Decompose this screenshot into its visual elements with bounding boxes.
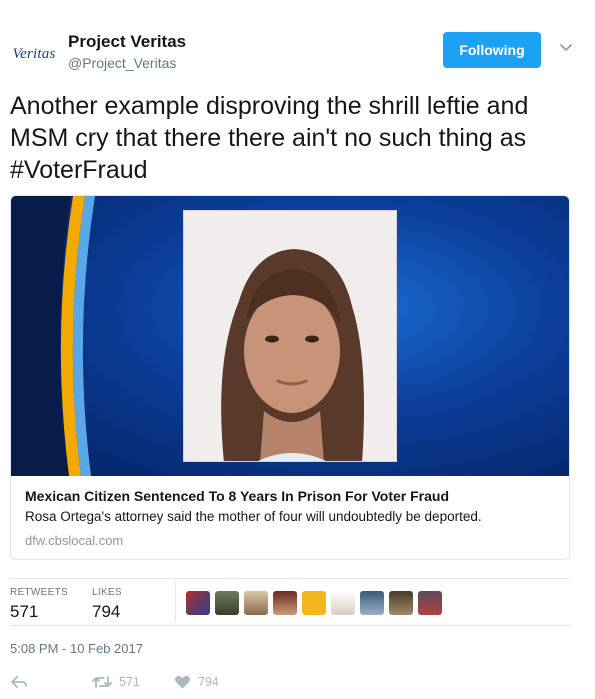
tweet-stats: RETWEETS 571 LIKES 794 (10, 578, 570, 626)
liker-avatar[interactable] (186, 591, 210, 615)
like-count: 794 (198, 675, 219, 689)
author-avatar[interactable]: Veritas (10, 30, 58, 78)
card-description: Rosa Ortega's attorney said the mother o… (25, 509, 482, 524)
likes-value: 794 (92, 602, 121, 621)
author-name[interactable]: Project Veritas (68, 32, 186, 52)
tweet-timestamp[interactable]: 5:08 PM - 10 Feb 2017 (10, 641, 143, 656)
liker-avatar[interactable] (418, 591, 442, 615)
heart-icon (174, 675, 191, 689)
liker-avatar[interactable] (302, 591, 326, 615)
retweets-label: RETWEETS (10, 587, 68, 598)
retweets-stat[interactable]: RETWEETS 571 (10, 587, 68, 622)
retweets-value: 571 (10, 602, 39, 621)
chevron-down-icon[interactable] (559, 40, 573, 54)
liker-avatars (186, 591, 442, 615)
liker-avatar[interactable] (215, 591, 239, 615)
like-button[interactable]: 794 (174, 672, 219, 692)
card-image (11, 196, 569, 476)
liker-avatar[interactable] (244, 591, 268, 615)
likes-stat[interactable]: LIKES 794 (92, 587, 122, 622)
card-image-stripes (11, 196, 95, 476)
tweet-actions: 571 794 (10, 672, 570, 692)
tweet-text: Another example disproving the shrill le… (10, 92, 529, 184)
retweet-button[interactable]: 571 (92, 672, 140, 692)
retweet-count: 571 (119, 675, 140, 689)
mugshot-photo (183, 210, 397, 462)
reply-icon (11, 676, 27, 688)
following-button[interactable]: Following (443, 32, 541, 68)
mugshot-illustration (184, 211, 396, 461)
reply-button[interactable] (10, 672, 28, 692)
avatar-logo-text: Veritas (12, 45, 56, 62)
card-body[interactable]: Mexican Citizen Sentenced To 8 Years In … (11, 476, 569, 559)
liker-avatar[interactable] (331, 591, 355, 615)
author-handle[interactable]: @Project_Veritas (68, 55, 176, 71)
liker-avatar[interactable] (273, 591, 297, 615)
card-domain: dfw.cbslocal.com (25, 533, 124, 548)
card-title[interactable]: Mexican Citizen Sentenced To 8 Years In … (25, 488, 557, 504)
likes-label: LIKES (92, 587, 122, 598)
retweet-icon (92, 676, 112, 688)
link-card[interactable]: Mexican Citizen Sentenced To 8 Years In … (10, 195, 570, 560)
tweet-header: Veritas Project Veritas @Project_Veritas… (10, 28, 585, 78)
liker-avatar[interactable] (389, 591, 413, 615)
liker-avatar[interactable] (360, 591, 384, 615)
stats-divider (175, 581, 176, 623)
